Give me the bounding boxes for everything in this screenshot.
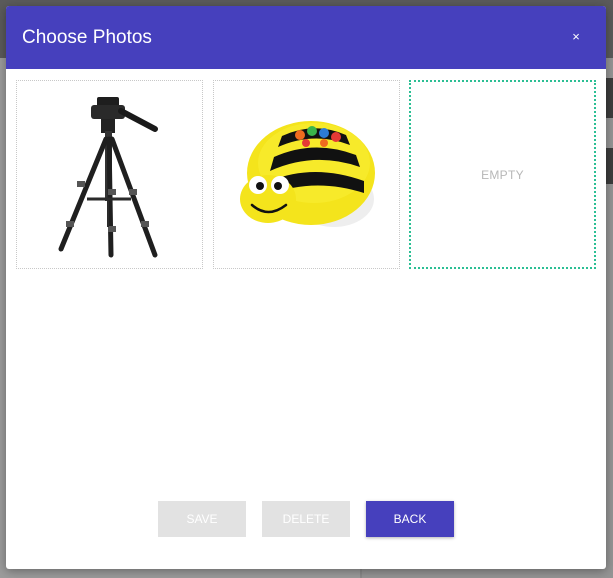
- photo-grid: EMPTY: [16, 80, 596, 270]
- dialog-footer: SAVE DELETE BACK: [6, 501, 606, 539]
- choose-photos-dialog: Choose Photos × EMPTY SAVE DELETE BACK: [6, 6, 606, 569]
- back-button[interactable]: BACK: [366, 501, 454, 537]
- dialog-title: Choose Photos: [22, 26, 152, 48]
- bee-robot-photo: [240, 121, 375, 227]
- close-button[interactable]: ×: [568, 28, 584, 46]
- delete-button[interactable]: DELETE: [262, 501, 350, 537]
- empty-slot-label: EMPTY: [481, 167, 524, 182]
- photo-slot-3[interactable]: EMPTY: [409, 80, 596, 269]
- photo-slot-1[interactable]: [16, 80, 203, 269]
- dialog-header: Choose Photos ×: [6, 6, 606, 69]
- tripod-photo: [58, 97, 158, 258]
- save-button[interactable]: SAVE: [158, 501, 246, 537]
- photo-slot-2[interactable]: [213, 80, 400, 269]
